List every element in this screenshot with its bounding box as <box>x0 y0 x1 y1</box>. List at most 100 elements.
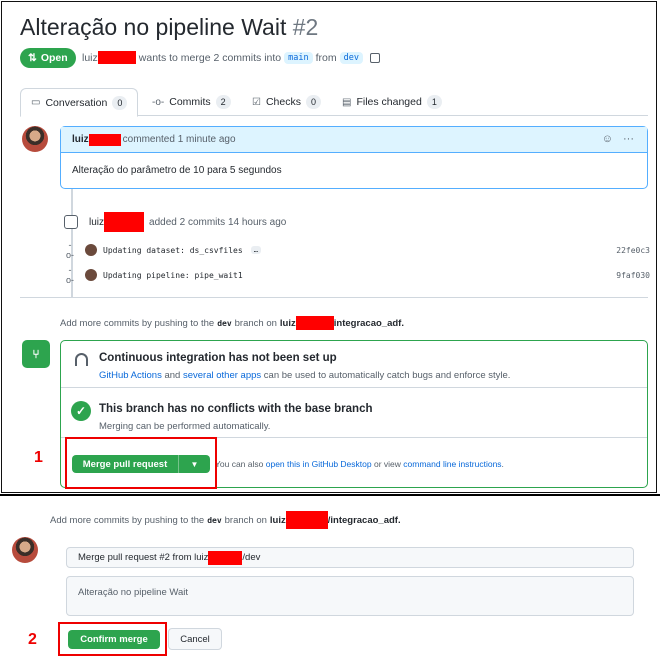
command-line-link[interactable]: command line instructions <box>403 459 501 469</box>
github-desktop-link[interactable]: open this in GitHub Desktop <box>266 459 372 469</box>
smiley-icon[interactable]: ☺ <box>602 133 613 145</box>
commit-sha[interactable]: 9faf030 <box>616 271 650 280</box>
tab-counter: 0 <box>112 95 128 110</box>
pr-number: #2 <box>292 14 319 40</box>
comment-tools: ☺ ··· <box>602 133 634 145</box>
foot-text: You can also <box>215 459 264 469</box>
branch-name: dev <box>207 515 222 525</box>
avatar <box>85 269 97 281</box>
comment-card: luiz commented 1 minute ago ☺ ··· Altera… <box>60 126 648 189</box>
checklist-icon: ☑ <box>252 96 261 108</box>
redaction <box>208 550 243 565</box>
redaction <box>97 51 136 64</box>
check-circle-icon: ✓ <box>71 401 91 421</box>
repo-push-icon <box>64 215 78 229</box>
repo-name-suffix: integracao_adf. <box>333 317 404 329</box>
page-title: Alteração no pipeline Wait #2 <box>20 14 318 41</box>
merge-title-input[interactable]: Merge pull request #2 from luiz /dev <box>66 547 634 568</box>
comment-body: Alteração do parâmetro de 10 para 5 segu… <box>72 165 282 176</box>
merge-footer: You can also open this in GitHub Desktop… <box>215 459 504 469</box>
merge-message-textarea[interactable]: Alteração no pipeline Wait <box>66 576 634 616</box>
pull-request-icon: ⇅ <box>28 52 37 64</box>
merge-title-suffix: /dev <box>242 552 261 563</box>
comment-author[interactable]: luiz <box>72 134 89 145</box>
tab-counter: 2 <box>215 95 231 109</box>
copy-icon[interactable] <box>370 52 380 63</box>
avatar[interactable] <box>12 537 38 563</box>
other-apps-link[interactable]: several other apps <box>183 370 261 381</box>
repo-name: luiz <box>269 514 286 526</box>
cancel-button[interactable]: Cancel <box>168 628 222 650</box>
head-branch[interactable]: dev <box>339 51 363 64</box>
push-hint: Add more commits by pushing to the dev b… <box>60 316 407 330</box>
foot-text: . <box>501 459 504 469</box>
tab-label: Conversation <box>45 96 108 109</box>
state-label: Open <box>40 52 68 64</box>
tab-counter: 1 <box>426 95 442 109</box>
git-merge-icon: ⑂ <box>22 340 50 368</box>
repo-name-suffix: /integracao_adf. <box>327 514 401 526</box>
hint-text: branch on <box>234 317 277 329</box>
pr-meta: luiz wants to merge 2 commits into main … <box>82 51 380 64</box>
author-link[interactable]: luiz <box>82 52 98 64</box>
base-branch[interactable]: main <box>284 51 313 64</box>
ci-text: and <box>164 370 181 381</box>
redaction <box>285 511 328 529</box>
tab-files-changed[interactable]: ▤ Files changed 1 <box>332 88 452 116</box>
comment-icon: ▭ <box>31 97 41 108</box>
commit-icon: -o- <box>152 96 165 108</box>
commit-message[interactable]: Updating pipeline: pipe_wait1 <box>103 271 243 280</box>
commits-author[interactable]: luiz <box>89 217 104 228</box>
ci-subtitle: GitHub Actions and several other apps ca… <box>99 370 510 381</box>
ci-icon <box>75 353 88 366</box>
tab-label: Checks <box>265 96 301 108</box>
avatar <box>85 244 97 256</box>
git-commit-icon: -o- <box>65 240 74 260</box>
redaction <box>104 212 145 232</box>
conflict-section: ✓ This branch has no conflicts with the … <box>61 388 647 438</box>
meta-text: wants to merge 2 commits into <box>138 51 282 64</box>
annotation-highlight <box>65 437 217 489</box>
divider <box>20 297 648 298</box>
redaction <box>295 316 334 330</box>
separator <box>0 494 660 496</box>
state-badge: ⇅ Open <box>20 48 76 68</box>
commit-message[interactable]: Updating dataset: ds_csvfiles <box>103 246 243 255</box>
pr-title-text: Alteração no pipeline Wait <box>20 14 287 40</box>
annotation-step: 2 <box>28 631 37 648</box>
github-actions-link[interactable]: GitHub Actions <box>99 370 162 381</box>
redaction <box>88 133 121 146</box>
merge-title-text: Merge pull request #2 from luiz <box>78 552 209 563</box>
pr-tabs: ▭ Conversation 0 -o- Commits 2 ☑ Checks … <box>20 88 648 117</box>
kebab-menu-icon[interactable]: ··· <box>623 133 634 145</box>
tab-checks[interactable]: ☑ Checks 0 <box>242 88 331 116</box>
tab-label: Files changed <box>356 96 422 108</box>
no-conflicts-title: This branch has no conflicts with the ba… <box>99 403 373 415</box>
from-text: from <box>315 51 337 64</box>
annotation-highlight <box>58 622 167 656</box>
hint-text: branch on <box>224 514 267 526</box>
commit-sha[interactable]: 22fe0c3 <box>616 246 650 255</box>
tab-label: Commits <box>169 96 211 108</box>
ci-title: Continuous integration has not been set … <box>99 352 337 364</box>
tab-conversation[interactable]: ▭ Conversation 0 <box>20 88 139 117</box>
branch-name: dev <box>217 318 232 328</box>
commit-row: -o- Updating dataset: ds_csvfiles … 22fe… <box>65 240 650 260</box>
commit-row: -o- Updating pipeline: pipe_wait1 9faf03… <box>65 265 650 285</box>
expand-ellipsis[interactable]: … <box>250 246 261 254</box>
push-hint: Add more commits by pushing to the dev b… <box>50 511 404 529</box>
git-commit-icon: -o- <box>65 265 74 285</box>
avatar[interactable] <box>22 126 48 152</box>
ci-section: Continuous integration has not been set … <box>61 341 647 388</box>
repo-name: luiz <box>279 317 296 329</box>
hint-text: Add more commits by pushing to the <box>60 317 215 329</box>
commits-summary: added 2 commits 14 hours ago <box>149 216 287 228</box>
tab-commits[interactable]: -o- Commits 2 <box>142 88 241 116</box>
no-conflicts-subtitle: Merging can be performed automatically. <box>99 421 271 432</box>
comment-time: commented 1 minute ago <box>122 134 236 145</box>
commits-event: luiz added 2 commits 14 hours ago <box>64 212 286 232</box>
hint-text: Add more commits by pushing to the <box>50 514 205 526</box>
foot-text: or view <box>373 459 401 469</box>
file-diff-icon: ▤ <box>342 96 352 108</box>
ci-text: can be used to automatically catch bugs … <box>263 370 511 381</box>
